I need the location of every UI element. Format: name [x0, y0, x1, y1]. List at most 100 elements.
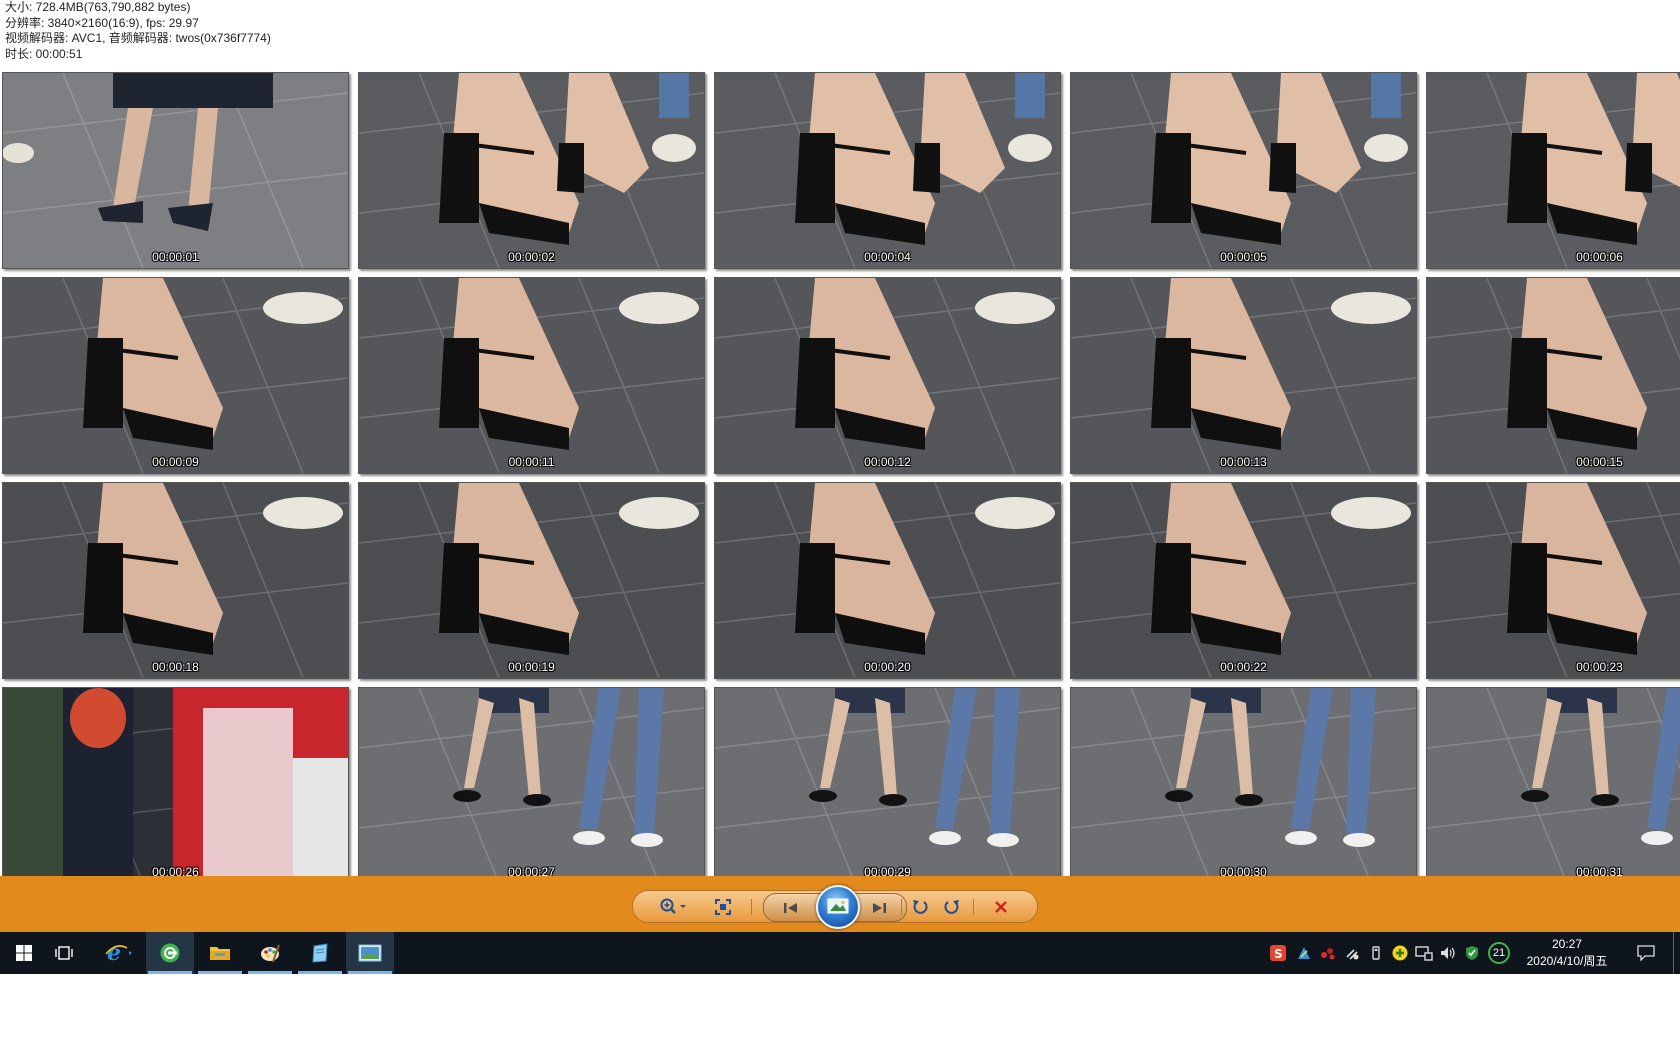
file-explorer-icon — [210, 947, 230, 960]
actual-size-button[interactable] — [707, 891, 739, 922]
thumbnail-timestamp: 00:00:01 — [152, 250, 199, 264]
task-view-button[interactable] — [40, 932, 88, 974]
video-thumbnail[interactable]: 00:00:26 — [2, 687, 349, 877]
next-button[interactable] — [862, 894, 896, 921]
video-thumbnail[interactable]: 00:00:12 — [714, 277, 1061, 474]
tray-app-icon[interactable] — [1295, 944, 1313, 962]
video-thumbnail[interactable]: 00:00:23 — [1426, 482, 1680, 679]
empty-area — [0, 974, 1680, 1050]
thumbnail-image — [1427, 688, 1680, 877]
taskbar-360-browser[interactable] — [146, 932, 194, 974]
security-shield-icon[interactable] — [1463, 944, 1481, 962]
show-desktop-button[interactable] — [1673, 932, 1674, 974]
sogou-ime-icon[interactable]: S — [1269, 944, 1287, 962]
rotate-right-button[interactable] — [937, 891, 967, 922]
rotate-left-button[interactable] — [905, 891, 935, 922]
thumbnail-timestamp: 00:00:04 — [864, 250, 911, 264]
zoom-button[interactable] — [651, 891, 695, 922]
svg-text:S: S — [1274, 947, 1283, 961]
add-icon[interactable] — [1391, 944, 1409, 962]
ie-icon: e — [105, 942, 132, 964]
photo-viewer-window: 大小: 728.4MB(763,790,882 bytes) 分辨率: 3840… — [0, 0, 1680, 1050]
video-thumbnail[interactable]: 00:00:30 — [1070, 687, 1417, 877]
paint-icon — [261, 944, 280, 963]
taskbar-paint[interactable] — [246, 932, 294, 974]
toolbar-controls — [632, 885, 1038, 929]
video-thumbnail[interactable]: 00:00:02 — [358, 72, 705, 269]
video-thumbnail[interactable]: 00:00:15 — [1426, 277, 1680, 474]
notepad-icon — [312, 943, 328, 963]
thumbnail-image — [3, 73, 348, 268]
thumbnail-image — [1427, 278, 1680, 473]
duration-text: 时长: 00:00:51 — [5, 46, 83, 61]
video-thumbnail[interactable]: 00:00:18 — [2, 482, 349, 679]
thumbnail-image — [359, 73, 704, 268]
slideshow-button[interactable] — [816, 885, 860, 929]
thumbnail-timestamp: 00:00:05 — [1220, 250, 1267, 264]
taskbar-ie[interactable]: e — [94, 932, 144, 974]
thumbnail-timestamp: 00:00:02 — [508, 250, 555, 264]
thumbnail-image — [3, 278, 348, 473]
file-size-text: 大小: 728.4MB(763,790,882 bytes) — [5, 0, 191, 14]
thumbnail-image — [3, 688, 348, 877]
thumbnail-timestamp: 00:00:15 — [1576, 455, 1623, 469]
video-thumbnail[interactable]: 00:00:09 — [2, 277, 349, 474]
action-center-icon — [1637, 945, 1655, 961]
thumbnail-timestamp: 00:00:22 — [1220, 660, 1267, 674]
video-thumbnail[interactable]: 00:00:04 — [714, 72, 1061, 269]
thumbnail-image — [3, 483, 348, 678]
video-thumbnail[interactable]: 00:00:22 — [1070, 482, 1417, 679]
delete-button[interactable] — [983, 891, 1019, 922]
toolbar-separator — [751, 899, 752, 915]
thumbnail-timestamp: 00:00:13 — [1220, 455, 1267, 469]
thumbnail-timestamp: 00:00:19 — [508, 660, 555, 674]
taskbar-photo-viewer[interactable] — [346, 932, 394, 974]
video-thumbnail[interactable]: 00:00:31 — [1426, 687, 1680, 877]
thumbnail-grid[interactable]: 00:00:01 00:00:02 00:00:04 00:00:05 00:00:06… — [0, 70, 1680, 877]
thumbnail-image — [715, 278, 1060, 473]
clock-date: 2020/4/10/周五 — [1526, 954, 1608, 968]
video-thumbnail[interactable]: 00:00:19 — [358, 482, 705, 679]
notification-badge[interactable]: 21 — [1488, 942, 1510, 964]
usb-icon[interactable] — [1367, 944, 1385, 962]
video-thumbnail[interactable]: 00:00:05 — [1070, 72, 1417, 269]
thumbnail-image — [1071, 688, 1416, 877]
video-thumbnail[interactable]: 00:00:11 — [358, 277, 705, 474]
video-thumbnail[interactable]: 00:00:20 — [714, 482, 1061, 679]
thumbnail-image — [715, 688, 1060, 877]
task-view-icon — [55, 946, 73, 960]
thumbnail-image — [1071, 278, 1416, 473]
taskbar-clock[interactable]: 20:27 2020/4/10/周五 — [1516, 936, 1618, 970]
start-icon — [16, 945, 32, 961]
taskbar: e S 21 20:27 2020/4/10/周五 — [0, 932, 1680, 974]
thumbnail-image — [1071, 483, 1416, 678]
thumbnail-timestamp: 00:00:06 — [1576, 250, 1623, 264]
toolbar-separator — [973, 899, 974, 915]
lan-icon[interactable] — [1415, 944, 1433, 962]
volume-icon[interactable] — [1439, 944, 1457, 962]
tray-dots-icon[interactable] — [1319, 944, 1337, 962]
video-thumbnail[interactable]: 00:00:27 — [358, 687, 705, 877]
browser-360-icon — [160, 943, 180, 963]
thumbnail-image — [715, 483, 1060, 678]
clock-time: 20:27 — [1551, 937, 1583, 951]
video-thumbnail[interactable]: 00:00:06 — [1426, 72, 1680, 269]
fit-window-icon — [715, 898, 731, 915]
video-thumbnail[interactable]: 00:00:29 — [714, 687, 1061, 877]
thumbnail-image — [359, 688, 704, 877]
skip-next-icon — [873, 902, 886, 913]
thumbnail-image — [359, 278, 704, 473]
thumbnail-image — [1427, 483, 1680, 678]
thumbnail-image — [1071, 73, 1416, 268]
action-center-button[interactable] — [1636, 944, 1656, 962]
network-icon[interactable] — [1343, 944, 1361, 962]
thumbnail-image — [359, 483, 704, 678]
taskbar-notepad[interactable] — [296, 932, 344, 974]
rotate-cw-icon — [944, 899, 959, 914]
thumbnail-timestamp: 00:00:09 — [152, 455, 199, 469]
previous-button[interactable] — [774, 894, 808, 921]
video-thumbnail[interactable]: 00:00:13 — [1070, 277, 1417, 474]
taskbar-file-explorer[interactable] — [196, 932, 244, 974]
toolbar-separator — [901, 899, 902, 915]
video-thumbnail[interactable]: 00:00:01 — [2, 72, 349, 269]
